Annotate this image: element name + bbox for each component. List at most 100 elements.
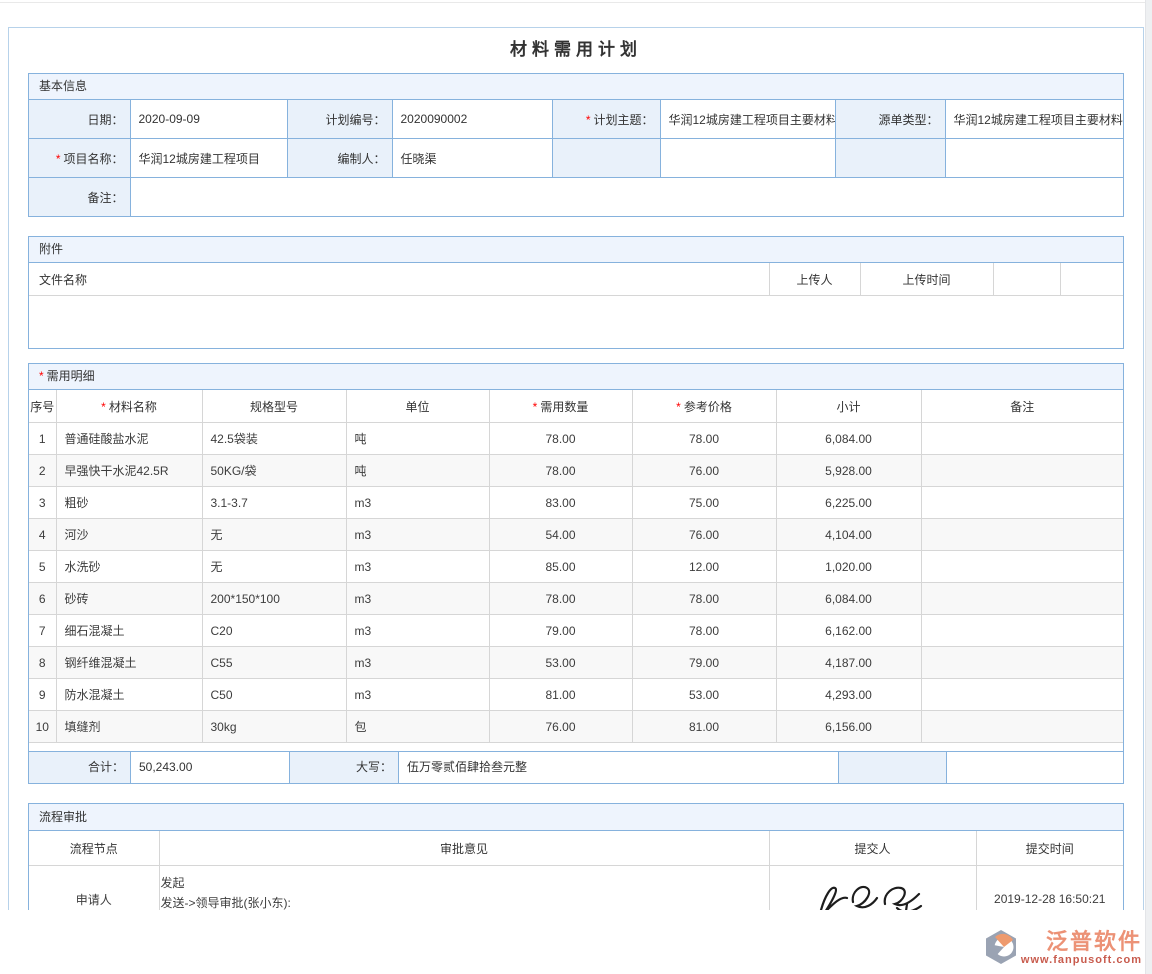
cell-price: 76.00 <box>632 519 776 551</box>
plan-subject-value: 华润12城房建工程项目主要材料 <box>660 100 835 139</box>
plan-subject-label: *计划主题： <box>552 100 660 139</box>
cell-name: 普通硅酸盐水泥 <box>56 423 202 455</box>
cell-spec: 无 <box>202 551 346 583</box>
section-attachments: 附件 文件名称 上传人 上传时间 <box>28 236 1124 349</box>
opinion-line: 发送->领导审批(张小东): <box>161 893 768 910</box>
material-row: 10填缝剂30kg包76.0081.006,156.00 <box>29 711 1123 743</box>
cell-remark <box>921 423 1123 455</box>
submitter-signature-cell <box>769 866 976 911</box>
vertical-scrollbar[interactable] <box>1145 0 1152 974</box>
material-row: 1普通硅酸盐水泥42.5袋装吨78.0078.006,084.00 <box>29 423 1123 455</box>
material-row: 6砂砖200*150*100m378.0078.006,084.00 <box>29 583 1123 615</box>
attachments-col-upload-time: 上传时间 <box>860 263 993 296</box>
preparer-value: 任晓渠 <box>392 139 552 178</box>
cell-remark <box>921 711 1123 743</box>
cell-unit: m3 <box>346 679 489 711</box>
cell-subtotal: 6,162.00 <box>776 615 921 647</box>
approval-section-header: 流程审批 <box>29 804 1123 831</box>
col-submit-time: 提交时间 <box>976 831 1123 866</box>
required-asterisk: * <box>676 400 681 414</box>
cell-subtotal: 6,084.00 <box>776 423 921 455</box>
project-name-label: *项目名称： <box>29 139 130 178</box>
cell-subtotal: 4,293.00 <box>776 679 921 711</box>
cell-unit: m3 <box>346 487 489 519</box>
cell-subtotal: 6,225.00 <box>776 487 921 519</box>
cell-no: 8 <box>29 647 56 679</box>
attachments-col-uploader: 上传人 <box>769 263 860 296</box>
vendor-url: www.fanpusoft.com <box>1021 954 1142 967</box>
attachments-col-filename: 文件名称 <box>29 263 769 296</box>
required-asterisk: * <box>56 152 61 166</box>
project-name-value: 华润12城房建工程项目 <box>130 139 287 178</box>
detail-section-header: *需用明细 <box>29 364 1123 390</box>
cell-name: 钢纤维混凝土 <box>56 647 202 679</box>
total-label: 合计： <box>29 752 131 783</box>
basic-info-remark-row: 备注： <box>29 178 1123 217</box>
cell-unit: m3 <box>346 647 489 679</box>
col-subtotal: 小计 <box>776 390 921 423</box>
cell-spec: 无 <box>202 519 346 551</box>
col-seq: 序号 <box>29 390 56 423</box>
empty-value-cell <box>660 139 835 178</box>
col-unit: 单位 <box>346 390 489 423</box>
material-row: 4河沙无m354.0076.004,104.00 <box>29 519 1123 551</box>
cell-qty: 85.00 <box>489 551 632 583</box>
cell-name: 粗砂 <box>56 487 202 519</box>
attachments-section-title: 附件 <box>39 242 63 256</box>
attachments-col-extra <box>993 263 1060 296</box>
totals-empty-label-cell <box>839 752 947 783</box>
cell-no: 7 <box>29 615 56 647</box>
col-submitter: 提交人 <box>769 831 976 866</box>
cell-unit: m3 <box>346 551 489 583</box>
cell-price: 79.00 <box>632 647 776 679</box>
submit-time-cell: 2019-12-28 16:50:21 <box>976 866 1123 911</box>
cell-name: 水洗砂 <box>56 551 202 583</box>
cell-qty: 78.00 <box>489 423 632 455</box>
cell-subtotal: 6,084.00 <box>776 583 921 615</box>
cell-qty: 83.00 <box>489 487 632 519</box>
plan-no-label: 计划编号： <box>287 100 392 139</box>
opinion-cell: 发起发送->领导审批(张小东): <box>159 866 769 911</box>
cell-name: 砂砖 <box>56 583 202 615</box>
cell-price: 78.00 <box>632 615 776 647</box>
cell-name: 防水混凝土 <box>56 679 202 711</box>
cell-unit: m3 <box>346 519 489 551</box>
cell-name: 早强快干水泥42.5R <box>56 455 202 487</box>
col-approval-opinion: 审批意见 <box>159 831 769 866</box>
attachments-section-header: 附件 <box>29 237 1123 263</box>
cell-no: 5 <box>29 551 56 583</box>
preparer-label: 编制人： <box>287 139 392 178</box>
empty-label-cell <box>552 139 660 178</box>
cell-name: 细石混凝土 <box>56 615 202 647</box>
cell-price: 12.00 <box>632 551 776 583</box>
basic-info-section-title: 基本信息 <box>39 79 87 93</box>
flow-node-cell: 申请人 <box>29 866 159 911</box>
cell-price: 76.00 <box>632 455 776 487</box>
document-panel: 材料需用计划 基本信息 日期： 2020-09-09 计划编号： 2020090… <box>8 27 1144 910</box>
approval-section-title: 流程审批 <box>39 810 87 824</box>
material-row: 7细石混凝土C20m379.0078.006,162.00 <box>29 615 1123 647</box>
remark-label: 备注： <box>29 178 130 217</box>
basic-info-section-header: 基本信息 <box>29 74 1123 100</box>
cell-unit: 吨 <box>346 423 489 455</box>
vendor-watermark: 泛普软件 www.fanpusoft.com <box>985 929 1142 968</box>
cell-spec: C50 <box>202 679 346 711</box>
remark-value <box>130 178 1123 217</box>
date-label: 日期： <box>29 100 130 139</box>
cell-no: 1 <box>29 423 56 455</box>
material-row: 8钢纤维混凝土C55m353.0079.004,187.00 <box>29 647 1123 679</box>
cell-price: 53.00 <box>632 679 776 711</box>
required-asterisk: * <box>533 400 538 414</box>
material-row: 2早强快干水泥42.5R50KG/袋吨78.0076.005,928.00 <box>29 455 1123 487</box>
cell-no: 9 <box>29 679 56 711</box>
amount-in-words-label: 大写： <box>290 752 399 783</box>
detail-section-title: 需用明细 <box>47 369 95 383</box>
col-material-name: *材料名称 <box>56 390 202 423</box>
page-title: 材料需用计划 <box>28 39 1124 61</box>
cell-qty: 78.00 <box>489 455 632 487</box>
cell-no: 3 <box>29 487 56 519</box>
cell-spec: 50KG/袋 <box>202 455 346 487</box>
attachments-col-extra <box>1060 263 1123 296</box>
attachments-empty-area <box>29 296 1123 348</box>
cell-no: 10 <box>29 711 56 743</box>
